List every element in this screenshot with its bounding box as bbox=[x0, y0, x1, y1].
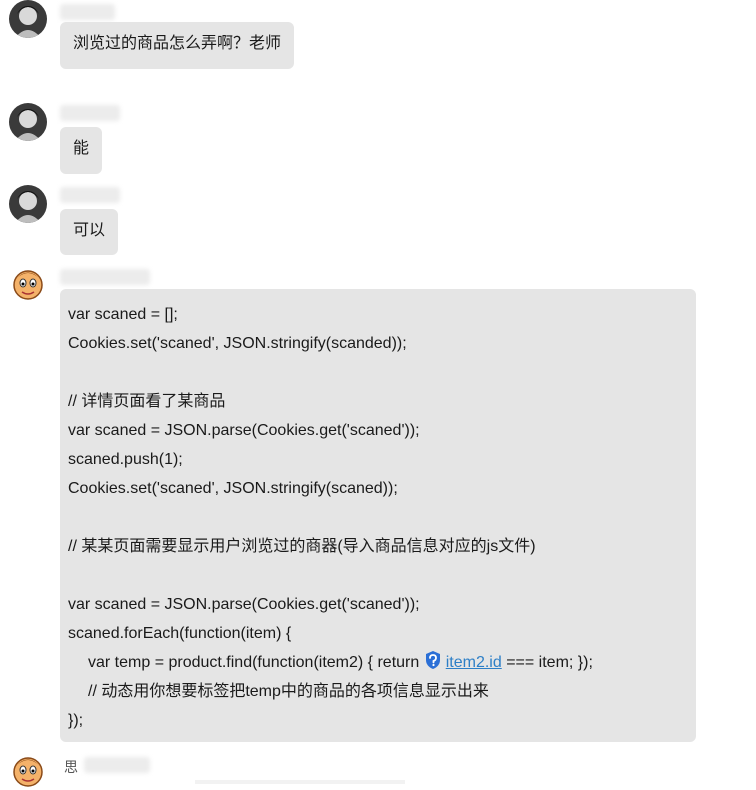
code-line-with-link: var temp = product.find(function(item2) … bbox=[68, 648, 688, 677]
message-bubble[interactable]: 能 bbox=[60, 127, 103, 174]
code-line: var scaned = JSON.parse(Cookies.get('sca… bbox=[68, 422, 420, 439]
teacher-avatar[interactable] bbox=[9, 265, 47, 303]
code-comment-line: // 动态用你想要标签把temp中的商品的各项信息显示出来 bbox=[88, 683, 489, 700]
message-text: 可以 bbox=[73, 222, 106, 239]
sender-name-blurred bbox=[60, 105, 120, 121]
shield-check-icon bbox=[425, 651, 440, 669]
teacher-avatar[interactable] bbox=[9, 752, 47, 790]
code-line: var scaned = []; bbox=[68, 306, 178, 323]
next-bubble-edge bbox=[195, 780, 405, 784]
code-message-bubble[interactable]: var scaned = []; Cookies.set('scaned', J… bbox=[60, 289, 696, 742]
code-line: Cookies.set('scaned', JSON.stringify(sca… bbox=[68, 480, 398, 497]
sender-name-blurred bbox=[60, 269, 150, 285]
code-line: scaned.forEach(function(item) { bbox=[68, 625, 292, 642]
sender-name: 思 bbox=[64, 759, 78, 775]
student-avatar[interactable] bbox=[9, 185, 47, 223]
code-text: === item; }); bbox=[501, 654, 593, 671]
student-avatar[interactable] bbox=[9, 0, 47, 38]
code-line: }); bbox=[68, 712, 84, 729]
code-text: var temp = product.find(function(item2) … bbox=[88, 654, 424, 671]
message-bubble[interactable]: 可以 bbox=[60, 209, 119, 255]
sender-name-blurred bbox=[84, 757, 150, 773]
code-comment-line: // 详情页面看了某商品 bbox=[68, 393, 226, 410]
code-line: scaned.push(1); bbox=[68, 451, 183, 468]
sender-name-blurred bbox=[60, 187, 120, 203]
code-line: var scaned = JSON.parse(Cookies.get('sca… bbox=[68, 596, 420, 613]
message-text: 能 bbox=[73, 140, 90, 157]
message-text: 浏览过的商品怎么弄啊？老师 bbox=[73, 35, 282, 52]
code-line: Cookies.set('scaned', JSON.stringify(sca… bbox=[68, 335, 407, 352]
item2-id-link[interactable]: item2.id bbox=[446, 654, 502, 671]
student-avatar[interactable] bbox=[9, 103, 47, 141]
message-bubble[interactable]: 浏览过的商品怎么弄啊？老师 bbox=[60, 22, 295, 69]
code-comment-line: // 某某页面需要显示用户浏览过的商器(导入商品信息对应的js文件) bbox=[68, 538, 536, 555]
sender-name-blurred bbox=[60, 4, 115, 20]
